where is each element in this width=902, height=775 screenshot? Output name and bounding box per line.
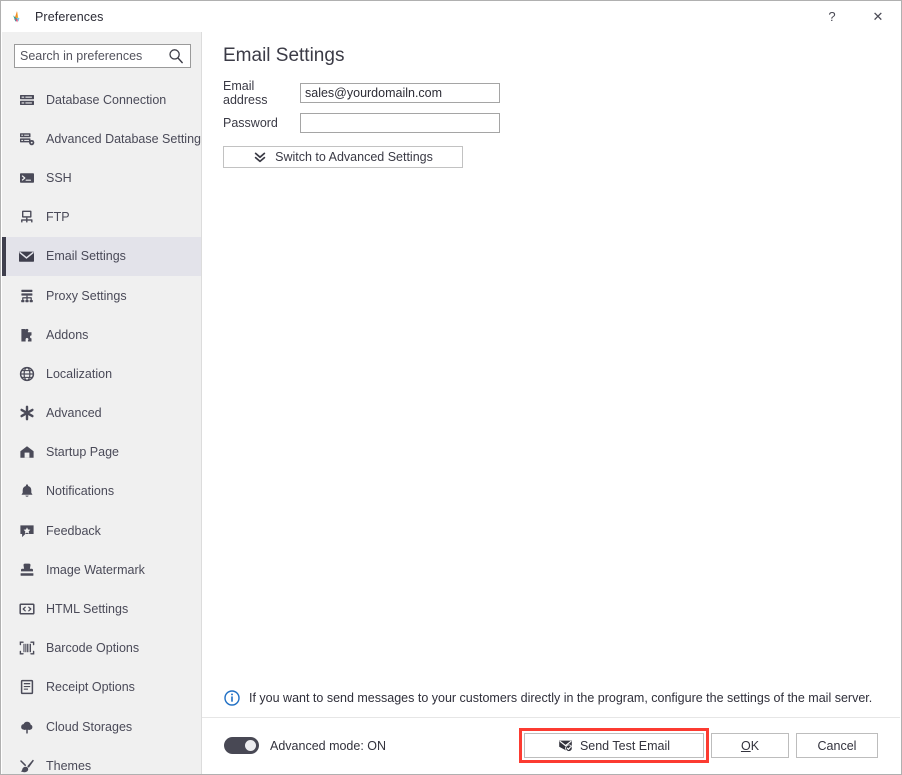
cancel-button[interactable]: Cancel <box>796 733 878 758</box>
navigation-list: Database Connection Advanced Database Se… <box>2 80 201 774</box>
dialog-bottom-bar: Advanced mode: ON Send Test Email OK Can… <box>202 717 900 773</box>
sidebar-item-label: Advanced Database Settings <box>46 131 202 146</box>
sidebar-item-label: FTP <box>46 210 70 225</box>
sidebar-item-label: Notifications <box>46 484 115 499</box>
sidebar-item-label: Themes <box>46 758 92 773</box>
sidebar-item-themes[interactable]: Themes <box>2 746 201 774</box>
send-test-email-button[interactable]: Send Test Email <box>524 733 704 758</box>
email-address-field[interactable] <box>300 83 500 103</box>
sidebar-item-label: Localization <box>46 366 113 381</box>
database-icon <box>18 91 35 108</box>
sidebar-item-ftp[interactable]: FTP <box>2 198 201 237</box>
advanced-mode-toggle[interactable]: Advanced mode: ON <box>224 737 386 754</box>
sidebar-item-feedback[interactable]: Feedback <box>2 511 201 550</box>
stamp-icon <box>18 561 35 578</box>
ok-accelerator: O <box>740 738 751 753</box>
password-row: Password <box>223 113 723 133</box>
advanced-mode-label: Advanced mode: ON <box>270 738 387 753</box>
switch-to-advanced-settings-label: Switch to Advanced Settings <box>275 150 433 164</box>
feedback-star-icon <box>18 522 35 539</box>
sidebar-item-startup-page[interactable]: Startup Page <box>2 433 201 472</box>
sidebar-item-label: Proxy Settings <box>46 288 127 303</box>
double-chevron-down-icon <box>253 150 267 164</box>
sidebar-item-image-watermark[interactable]: Image Watermark <box>2 550 201 589</box>
content-pane: Email Settings Email address Password Sw… <box>202 32 900 773</box>
info-message-text: If you want to send messages to your cus… <box>249 691 873 705</box>
puzzle-piece-icon <box>18 326 35 343</box>
sidebar: Database Connection Advanced Database Se… <box>2 32 202 774</box>
code-brackets-icon <box>18 601 35 618</box>
close-button[interactable]: ✕ <box>855 1 901 32</box>
sidebar-item-label: Feedback <box>46 523 101 538</box>
sidebar-item-label: Barcode Options <box>46 641 140 656</box>
globe-icon <box>18 365 35 382</box>
bell-icon <box>18 483 35 500</box>
sidebar-item-receipt-options[interactable]: Receipt Options <box>2 668 201 707</box>
email-address-row: Email address <box>223 79 723 107</box>
email-settings-form: Email address Password Switch to Advance… <box>223 79 723 168</box>
proxy-icon <box>18 287 35 304</box>
sidebar-item-label: SSH <box>46 170 72 185</box>
sidebar-item-cloud-storages[interactable]: Cloud Storages <box>2 707 201 746</box>
page-title: Email Settings <box>223 45 345 66</box>
send-test-email-label: Send Test Email <box>579 738 671 753</box>
info-circle-icon <box>224 690 240 706</box>
search-box <box>14 44 191 68</box>
sidebar-item-label: Cloud Storages <box>46 719 133 734</box>
home-icon <box>18 444 35 461</box>
terminal-icon <box>18 169 35 186</box>
sidebar-item-database-connection[interactable]: Database Connection <box>2 80 201 119</box>
sidebar-item-proxy-settings[interactable]: Proxy Settings <box>2 276 201 315</box>
title-bar: Preferences ? ✕ <box>1 1 901 32</box>
sidebar-item-addons[interactable]: Addons <box>2 315 201 354</box>
sidebar-item-label: Image Watermark <box>46 562 145 577</box>
ftp-server-icon <box>18 209 35 226</box>
cloud-upload-icon <box>18 718 35 735</box>
email-address-label: Email address <box>223 79 268 107</box>
toggle-switch-knob <box>245 740 256 751</box>
info-message: If you want to send messages to your cus… <box>224 690 872 706</box>
sidebar-item-label: HTML Settings <box>46 602 129 617</box>
asterisk-icon <box>18 405 35 422</box>
toggle-switch-track[interactable] <box>224 737 259 754</box>
database-gear-icon <box>18 130 35 147</box>
envelope-check-icon <box>558 738 573 753</box>
password-label: Password <box>223 116 278 130</box>
sidebar-item-barcode-options[interactable]: Barcode Options <box>2 629 201 668</box>
ok-rest: K <box>750 738 760 753</box>
sidebar-item-ssh[interactable]: SSH <box>2 158 201 197</box>
sidebar-item-label: Startup Page <box>46 445 119 460</box>
password-field[interactable] <box>300 113 500 133</box>
preferences-dialog: Preferences ? ✕ Database Connection <box>0 0 902 775</box>
sidebar-item-email-settings[interactable]: Email Settings <box>2 236 201 277</box>
sidebar-item-label: Database Connection <box>46 92 167 107</box>
app-logo-icon <box>10 9 26 25</box>
sidebar-item-localization[interactable]: Localization <box>2 354 201 393</box>
sidebar-item-notifications[interactable]: Notifications <box>2 472 201 511</box>
sidebar-item-label: Email Settings <box>46 249 126 264</box>
sidebar-item-html-settings[interactable]: HTML Settings <box>2 589 201 628</box>
help-button[interactable]: ? <box>809 1 855 32</box>
sidebar-item-label: Advanced <box>46 406 102 421</box>
sidebar-item-label: Addons <box>46 327 89 342</box>
envelope-icon <box>18 248 35 265</box>
send-test-email-wrapper: Send Test Email <box>519 728 709 763</box>
barcode-icon <box>18 640 35 657</box>
paintbrush-icon <box>18 757 35 774</box>
sidebar-item-advanced-database-settings[interactable]: Advanced Database Settings <box>2 119 201 158</box>
switch-to-advanced-settings-button[interactable]: Switch to Advanced Settings <box>223 146 463 168</box>
search-input[interactable] <box>14 44 191 68</box>
receipt-icon <box>18 679 35 696</box>
window-title: Preferences <box>35 9 104 24</box>
sidebar-item-label: Receipt Options <box>46 680 135 695</box>
sidebar-item-advanced[interactable]: Advanced <box>2 394 201 433</box>
ok-button[interactable]: OK <box>711 733 789 758</box>
